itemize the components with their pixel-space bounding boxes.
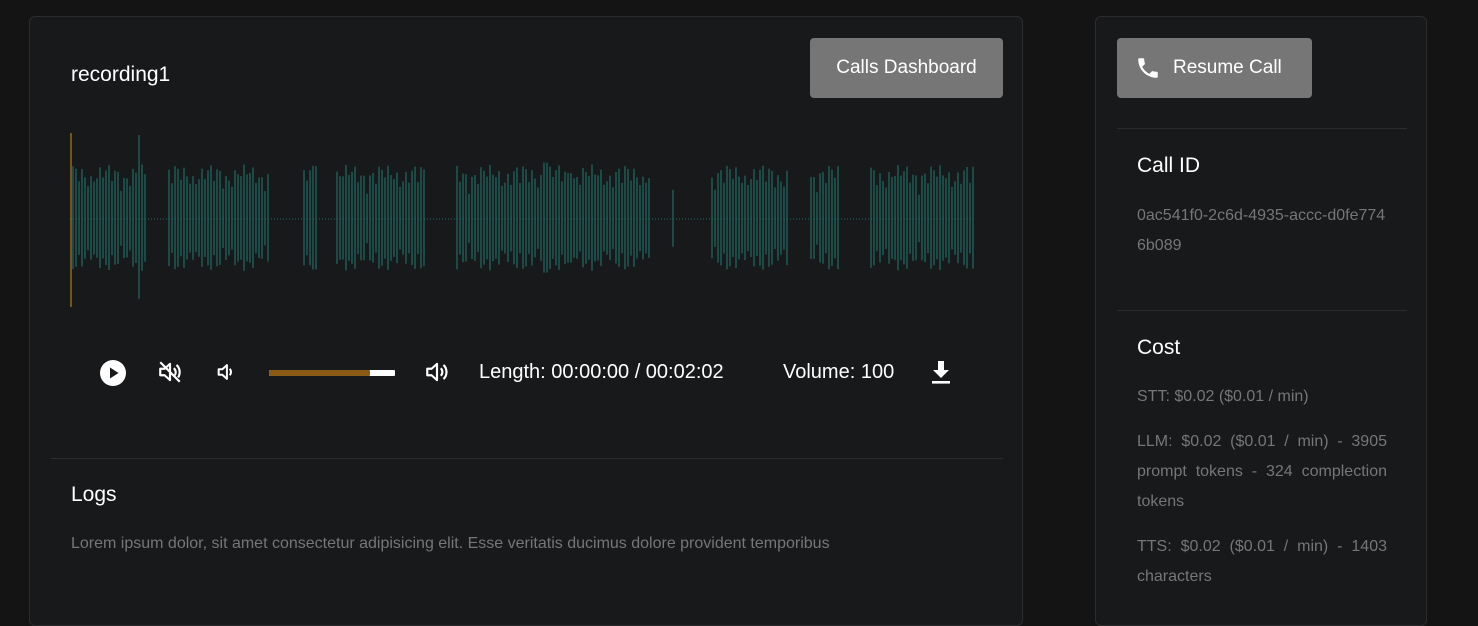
- recording-panel: recording1 Calls Dashboard Length: 00:00…: [29, 16, 1023, 626]
- calls-dashboard-button[interactable]: Calls Dashboard: [810, 38, 1003, 98]
- audio-waveform[interactable]: [70, 131, 976, 309]
- volume-up-icon: [426, 362, 448, 382]
- recording-title: recording1: [71, 63, 171, 86]
- section-divider: [51, 458, 1003, 459]
- cost-stt: STT: $0.02 ($0.01 / min): [1137, 388, 1309, 405]
- logs-title: Logs: [71, 483, 117, 506]
- muted-icon: [159, 361, 181, 383]
- length-readout: Length: 00:00:00 / 00:02:02: [479, 361, 724, 383]
- logs-text: Lorem ipsum dolor, sit amet consectetur …: [71, 535, 830, 552]
- volume-fill: [269, 370, 370, 376]
- volume-slider[interactable]: [269, 370, 395, 376]
- phone-icon: [1138, 58, 1158, 78]
- play-icon: [100, 360, 126, 386]
- call-id-title: Call ID: [1137, 154, 1201, 177]
- mute-button[interactable]: [156, 357, 184, 387]
- player-controls: Length: 00:00:00 / 00:02:02 Volume: 100: [30, 357, 1024, 389]
- volume-down-button[interactable]: [214, 357, 238, 387]
- section-divider: [1117, 128, 1407, 129]
- volume-up-button[interactable]: [423, 357, 451, 387]
- resume-call-label: Resume Call: [1173, 57, 1282, 78]
- section-divider: [1117, 310, 1407, 311]
- cost-title: Cost: [1137, 336, 1181, 359]
- volume-readout: Volume: 100: [783, 361, 895, 383]
- cost-tts: TTS: $0.02 ($0.01 / min) - 1403 characte…: [1137, 538, 1387, 585]
- cost-llm: LLM: $0.02 ($0.01 / min) - 3905 prompt t…: [1137, 433, 1387, 510]
- call-id-value: 0ac541f0-2c6d-4935-accc-d0fe7746b089: [1137, 207, 1386, 254]
- download-button[interactable]: [928, 357, 954, 387]
- play-button[interactable]: [98, 358, 128, 388]
- call-details-panel: Resume Call Call ID 0ac541f0-2c6d-4935-a…: [1095, 16, 1427, 626]
- download-icon: [932, 361, 950, 384]
- resume-call-button[interactable]: Resume Call: [1117, 38, 1312, 98]
- volume-down-icon: [217, 364, 232, 380]
